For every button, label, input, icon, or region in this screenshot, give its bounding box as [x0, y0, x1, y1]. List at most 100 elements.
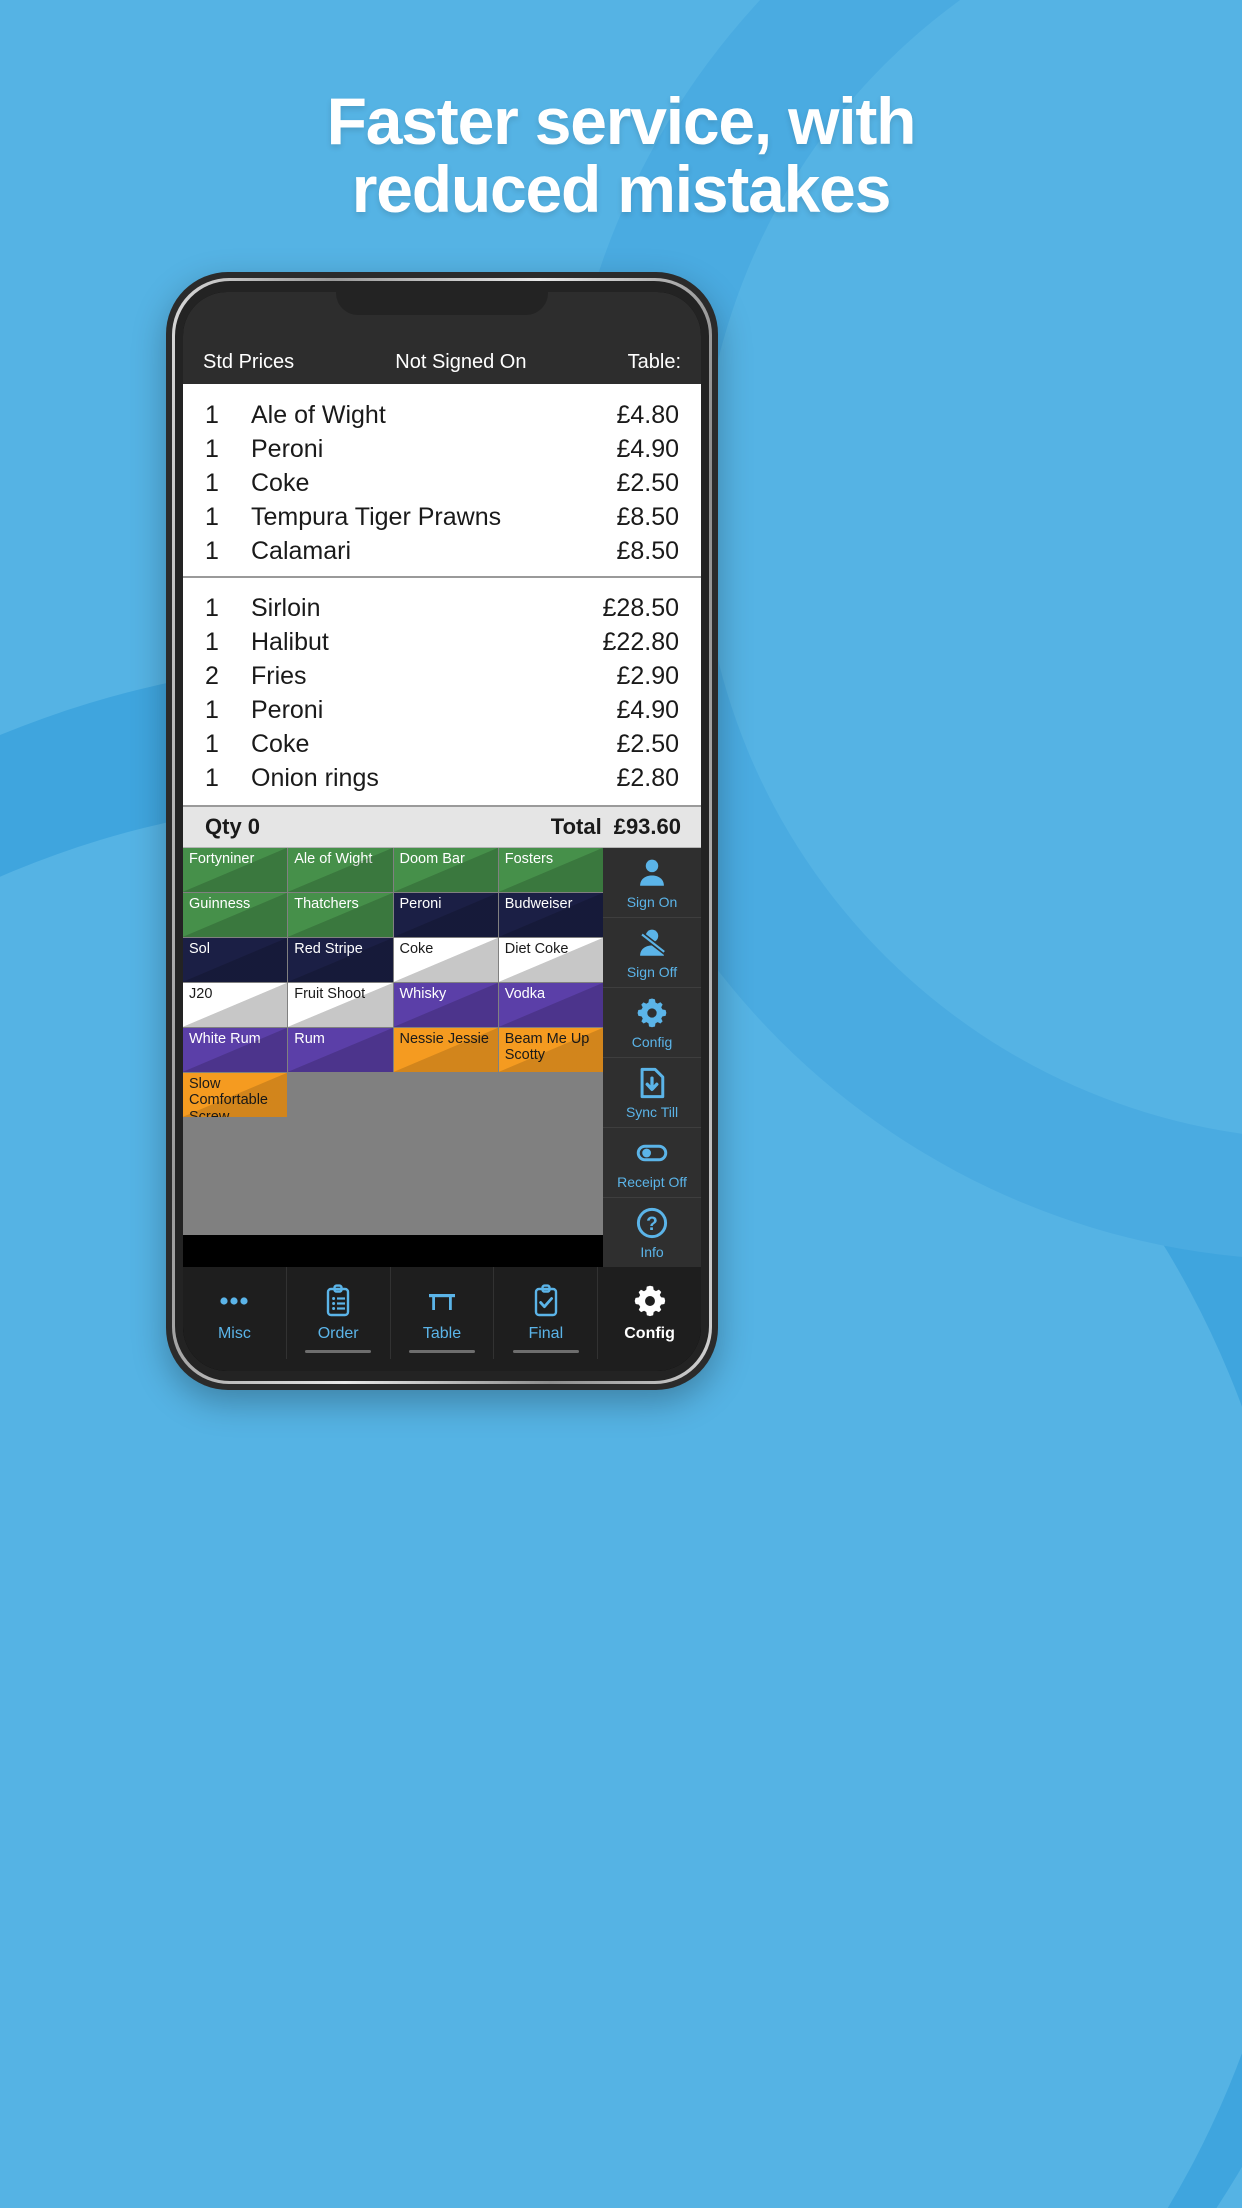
order-line-price: £8.50	[616, 537, 679, 565]
rail-item-label: Config	[631, 1033, 673, 1050]
order-line[interactable]: 1 Tempura Tiger Prawns £8.50	[183, 500, 701, 534]
product-button[interactable]: White Rum	[183, 1028, 288, 1072]
price-band-label[interactable]: Std Prices	[203, 351, 294, 374]
order-line-name: Fries	[251, 662, 307, 690]
ellipsis-icon	[216, 1283, 252, 1319]
product-button[interactable]: Fosters	[498, 848, 603, 892]
product-button[interactable]: Fortyniner	[183, 848, 288, 892]
rail-item-label: Sign On	[626, 893, 678, 910]
app-screen: Std Prices Not Signed On Table: 1 Ale of…	[183, 292, 701, 1371]
rail-item-label: Info	[640, 1243, 664, 1260]
product-button[interactable]: Nessie Jessie	[393, 1028, 498, 1072]
order-line-price: £2.50	[616, 730, 679, 758]
table-label[interactable]: Table:	[628, 351, 681, 374]
order-line-qty: 1	[205, 503, 219, 531]
sign-status-label[interactable]: Not Signed On	[294, 351, 627, 374]
order-line-name: Coke	[251, 730, 310, 758]
product-button[interactable]: Diet Coke	[498, 938, 603, 982]
bottom-nav: Misc Order Table Final Config	[183, 1267, 701, 1371]
product-grid: Fortyniner Ale of Wight Doom Bar Fosters Gui…	[183, 848, 603, 1117]
totals-bar: Qty 0 Total £93.60	[183, 805, 701, 848]
product-button[interactable]: Ale of Wight	[288, 848, 393, 892]
product-button[interactable]: Red Stripe	[288, 938, 393, 982]
order-line-price: £28.50	[602, 594, 679, 622]
order-line-qty: 1	[205, 764, 219, 792]
order-line[interactable]: 1 Peroni £4.90	[183, 432, 701, 466]
order-line[interactable]: 1 Sirloin £28.50	[183, 591, 701, 625]
order-line[interactable]: 1 Peroni £4.90	[183, 693, 701, 727]
rail-item-label: Sync Till	[625, 1103, 679, 1120]
nav-item-final[interactable]: Final	[494, 1267, 599, 1359]
order-line-price: £2.50	[616, 469, 679, 497]
product-button[interactable]: Whisky	[393, 983, 498, 1027]
headline-line-1: Faster service, with	[326, 84, 917, 158]
order-line-qty: 1	[205, 730, 219, 758]
grid-bottom-spacer	[183, 1235, 603, 1267]
product-grid-wrap: Fortyniner Ale of Wight Doom Bar Fosters Gui…	[183, 848, 603, 1267]
product-button[interactable]: Thatchers	[288, 893, 393, 937]
rail-item-sync-till[interactable]: Sync Till	[603, 1058, 701, 1128]
phone-mockup: Std Prices Not Signed On Table: 1 Ale of…	[166, 272, 718, 1390]
gear-icon	[632, 1283, 668, 1319]
rail-item-receipt-toggle[interactable]: Receipt Off	[603, 1128, 701, 1198]
order-line-qty: 1	[205, 696, 219, 724]
phone-notch	[336, 281, 548, 315]
order-line[interactable]: 2 Fries £2.90	[183, 659, 701, 693]
order-line-price: £2.90	[616, 662, 679, 690]
order-line[interactable]: 1 Halibut £22.80	[183, 625, 701, 659]
order-line[interactable]: 1 Coke £2.50	[183, 466, 701, 500]
product-button[interactable]: Vodka	[498, 983, 603, 1027]
product-button[interactable]: Budweiser	[498, 893, 603, 937]
clipboard-list-icon	[320, 1283, 356, 1319]
order-line-price: £4.90	[616, 435, 679, 463]
product-button[interactable]: J20	[183, 983, 288, 1027]
order-line-name: Ale of Wight	[251, 401, 386, 429]
product-button[interactable]: Guinness	[183, 893, 288, 937]
order-line[interactable]: 1 Calamari £8.50	[183, 534, 701, 568]
order-line-name: Tempura Tiger Prawns	[251, 503, 502, 531]
order-group-1: 1 Ale of Wight £4.80 1 Peroni £4.90 1 Co…	[183, 384, 701, 576]
nav-item-config[interactable]: Config	[598, 1267, 701, 1359]
order-line-price: £4.80	[616, 401, 679, 429]
product-grid-empty-space	[183, 1117, 603, 1235]
product-button[interactable]: Coke	[393, 938, 498, 982]
nav-item-table[interactable]: Table	[391, 1267, 495, 1359]
nav-item-label: Config	[624, 1325, 675, 1342]
nav-item-order[interactable]: Order	[287, 1267, 391, 1359]
rail-item-sign-off[interactable]: Sign Off	[603, 918, 701, 988]
order-line-qty: 1	[205, 628, 219, 656]
product-button[interactable]: Beam Me Up Scotty	[498, 1028, 603, 1072]
order-line-qty: 1	[205, 401, 219, 429]
order-line[interactable]: 1 Ale of Wight £4.80	[183, 398, 701, 432]
nav-item-misc[interactable]: Misc	[183, 1267, 287, 1359]
phone-body: Std Prices Not Signed On Table: 1 Ale of…	[175, 281, 709, 1381]
nav-item-label: Table	[422, 1325, 462, 1342]
product-button[interactable]: Rum	[288, 1028, 393, 1072]
rail-item-sign-on[interactable]: Sign On	[603, 848, 701, 918]
order-line-price: £2.80	[616, 764, 679, 792]
order-line-name: Sirloin	[251, 594, 321, 622]
side-rail: Sign On Sign Off Config Sync Till Receip…	[603, 848, 701, 1267]
product-button[interactable]: Slow Comfortable Screw	[183, 1073, 288, 1117]
headline-line-2: reduced mistakes	[351, 151, 892, 226]
total-value: £93.60	[613, 814, 681, 839]
nav-underline	[512, 1350, 579, 1353]
order-line-qty: 1	[205, 594, 219, 622]
product-button[interactable]: Sol	[183, 938, 288, 982]
rail-item-info[interactable]: ? Info	[603, 1198, 701, 1267]
svg-text:?: ?	[646, 1214, 658, 1235]
order-group-2: 1 Sirloin £28.50 1 Halibut £22.80 2 Frie…	[183, 576, 701, 805]
main-area: Fortyniner Ale of Wight Doom Bar Fosters Gui…	[183, 848, 701, 1267]
order-line[interactable]: 1 Onion rings £2.80	[183, 761, 701, 795]
order-line-name: Halibut	[251, 628, 329, 656]
order-line-name: Calamari	[251, 537, 352, 565]
order-line-name: Peroni	[251, 435, 324, 463]
rail-item-config[interactable]: Config	[603, 988, 701, 1058]
toggle-icon	[635, 1136, 669, 1170]
order-line[interactable]: 1 Coke £2.50	[183, 727, 701, 761]
product-button[interactable]: Fruit Shoot	[288, 983, 393, 1027]
rail-item-label: Sign Off	[626, 963, 678, 980]
product-button[interactable]: Doom Bar	[393, 848, 498, 892]
product-button[interactable]: Peroni	[393, 893, 498, 937]
promo-headline: Faster service, with reduced mistakes	[0, 87, 1242, 226]
